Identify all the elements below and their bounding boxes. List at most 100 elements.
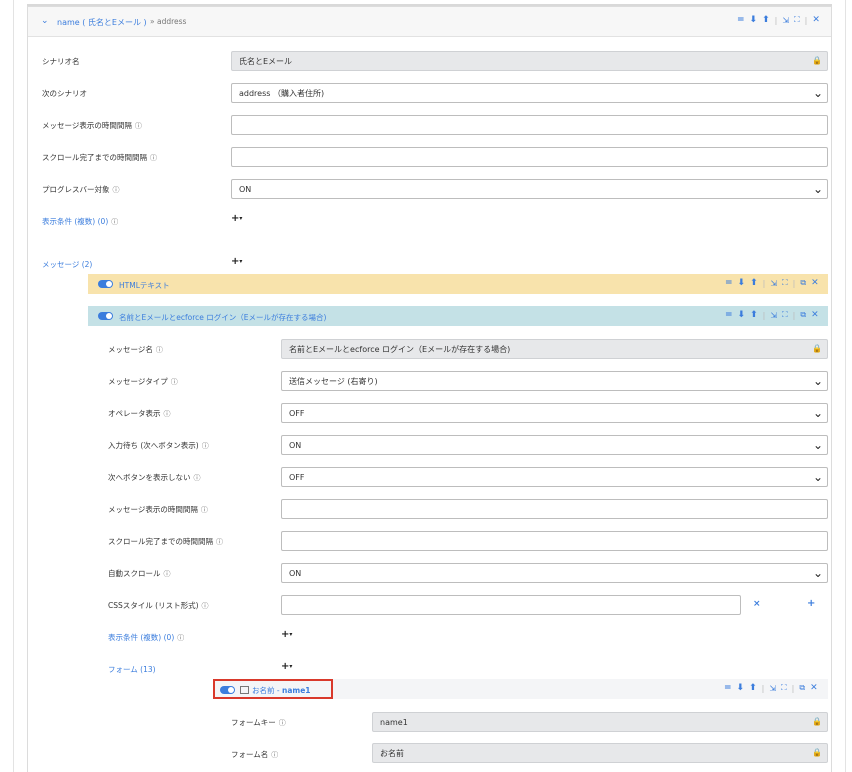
collapse-chevron-icon[interactable]: ⌄	[41, 16, 49, 26]
auto-scroll-label: 自動スクロール ⓘ	[108, 569, 171, 578]
page-border-right	[845, 0, 846, 772]
forms-link[interactable]: フォーム (13)	[108, 664, 156, 675]
message-name-label: メッセージ名 ⓘ	[108, 345, 163, 354]
scroll-interval-label: スクロール完了までの時間間隔 ⓘ	[108, 537, 223, 546]
message-toggle[interactable]	[98, 312, 113, 320]
info-icon[interactable]: ⓘ	[164, 570, 171, 578]
message-interval-input[interactable]	[281, 499, 828, 519]
message-toggle[interactable]	[98, 280, 113, 288]
message-type-select[interactable]: 送信メッセージ (右寄り) ⌄	[281, 371, 828, 391]
add-message-condition-button[interactable]: +▾	[281, 629, 292, 640]
copy-icon[interactable]: ⧉	[800, 278, 806, 288]
menu-icon[interactable]: =	[725, 310, 733, 320]
info-icon[interactable]: ⓘ	[164, 410, 171, 418]
expand-icon[interactable]: ⛶	[794, 15, 800, 25]
move-up-icon[interactable]: ⬆	[750, 310, 758, 320]
add-message-button[interactable]: +▾	[231, 256, 242, 267]
message-conditions-link[interactable]: 表示条件 (複数) (0) ⓘ	[108, 632, 184, 643]
scenario-name-field: 氏名とEメール 🔒	[231, 51, 828, 71]
message-interval-label: メッセージ表示の時間間隔 ⓘ	[108, 505, 208, 514]
form-key-label: フォームキー ⓘ	[231, 718, 286, 727]
scenario-controls: = ⬇ ⬆ | ⇲ ⛶ | ✕	[737, 15, 820, 25]
divider: |	[762, 310, 766, 320]
info-icon[interactable]: ⓘ	[135, 122, 142, 130]
chevron-down-icon: ⌄	[812, 182, 823, 196]
info-icon[interactable]: ⓘ	[177, 634, 184, 642]
scroll-interval-input[interactable]	[231, 147, 828, 167]
close-icon[interactable]: ✕	[811, 278, 819, 288]
info-icon[interactable]: ⓘ	[171, 378, 178, 386]
shrink-icon[interactable]: ⇲	[782, 16, 789, 25]
divider: |	[792, 310, 796, 320]
lock-icon: 🔒	[812, 748, 822, 757]
chevron-down-icon: ⌄	[812, 470, 823, 484]
move-up-icon[interactable]: ⬆	[762, 15, 770, 25]
info-icon[interactable]: ⓘ	[202, 602, 209, 610]
page-border-left	[13, 0, 14, 772]
message-title[interactable]: HTMLテキスト	[119, 280, 170, 291]
info-icon[interactable]: ⓘ	[202, 442, 209, 450]
info-icon[interactable]: ⓘ	[194, 474, 201, 482]
shrink-icon[interactable]: ⇲	[769, 684, 776, 693]
hide-next-button-select[interactable]: OFF ⌄	[281, 467, 828, 487]
css-style-label: CSSスタイル (リスト形式) ⓘ	[108, 601, 209, 610]
expand-icon[interactable]: ⛶	[781, 683, 787, 693]
copy-icon[interactable]: ⧉	[799, 683, 805, 693]
add-form-button[interactable]: +▾	[281, 661, 292, 672]
info-icon[interactable]: ⓘ	[150, 154, 157, 162]
divider: |	[762, 278, 766, 288]
message-bar-html-text[interactable]: HTMLテキスト = ⬇ ⬆ | ⇲ ⛶ | ⧉ ✕	[88, 274, 828, 294]
expand-icon[interactable]: ⛶	[782, 310, 788, 320]
info-icon[interactable]: ⓘ	[201, 506, 208, 514]
move-down-icon[interactable]: ⬇	[750, 15, 758, 25]
message-title[interactable]: 名前とEメールとecforce ログイン（Eメールが存在する場合)	[119, 312, 326, 323]
move-up-icon[interactable]: ⬆	[750, 278, 758, 288]
shrink-icon[interactable]: ⇲	[770, 311, 777, 320]
info-icon[interactable]: ⓘ	[113, 186, 120, 194]
message-interval-input[interactable]	[231, 115, 828, 135]
copy-icon[interactable]: ⧉	[800, 310, 806, 320]
close-icon[interactable]: ✕	[812, 15, 820, 25]
move-up-icon[interactable]: ⬆	[749, 683, 757, 693]
input-wait-label: 入力待ち (次へボタン表示) ⓘ	[108, 441, 209, 450]
next-scenario-select[interactable]: address （購入者住所) ⌄	[231, 83, 828, 103]
move-down-icon[interactable]: ⬇	[738, 310, 746, 320]
info-icon[interactable]: ⓘ	[216, 538, 223, 546]
add-css-button[interactable]: +	[807, 598, 815, 609]
move-down-icon[interactable]: ⬇	[737, 683, 745, 693]
info-icon[interactable]: ⓘ	[279, 719, 286, 727]
form-name-field: お名前 🔒	[372, 743, 828, 763]
scenario-header: ⌄ name ( 氏名とEメール ) » address = ⬇ ⬆ | ⇲ ⛶…	[28, 7, 831, 37]
input-wait-select[interactable]: ON ⌄	[281, 435, 828, 455]
divider: |	[804, 15, 808, 25]
menu-icon[interactable]: =	[724, 683, 732, 693]
menu-icon[interactable]: =	[725, 278, 733, 288]
close-icon[interactable]: ✕	[810, 683, 818, 693]
move-down-icon[interactable]: ⬇	[738, 278, 746, 288]
info-icon[interactable]: ⓘ	[111, 218, 118, 226]
css-style-input[interactable]	[281, 595, 741, 615]
menu-icon[interactable]: =	[737, 15, 745, 25]
lock-icon: 🔒	[812, 56, 822, 65]
scroll-interval-input[interactable]	[281, 531, 828, 551]
form-controls: = ⬇ ⬆ | ⇲ ⛶ | ⧉ ✕	[724, 683, 818, 693]
form-title-highlight	[213, 679, 333, 699]
remove-css-button[interactable]: ×	[753, 599, 761, 609]
shrink-icon[interactable]: ⇲	[770, 279, 777, 288]
operator-display-select[interactable]: OFF ⌄	[281, 403, 828, 423]
info-icon[interactable]: ⓘ	[156, 346, 163, 354]
message-bar-name-email[interactable]: 名前とEメールとecforce ログイン（Eメールが存在する場合) = ⬇ ⬆ …	[88, 306, 828, 326]
chevron-down-icon: ⌄	[812, 374, 823, 388]
scroll-interval-label: スクロール完了までの時間間隔 ⓘ	[42, 153, 157, 162]
messages-link[interactable]: メッセージ (2)	[42, 259, 92, 270]
lock-icon: 🔒	[812, 344, 822, 353]
close-icon[interactable]: ✕	[811, 310, 819, 320]
divider: |	[774, 15, 778, 25]
auto-scroll-select[interactable]: ON ⌄	[281, 563, 828, 583]
scenario-title[interactable]: name ( 氏名とEメール )	[57, 17, 147, 28]
add-condition-button[interactable]: +▾	[231, 213, 242, 224]
expand-icon[interactable]: ⛶	[782, 278, 788, 288]
display-conditions-link[interactable]: 表示条件 (複数) (0) ⓘ	[42, 216, 118, 227]
info-icon[interactable]: ⓘ	[271, 751, 278, 759]
progress-target-select[interactable]: ON ⌄	[231, 179, 828, 199]
